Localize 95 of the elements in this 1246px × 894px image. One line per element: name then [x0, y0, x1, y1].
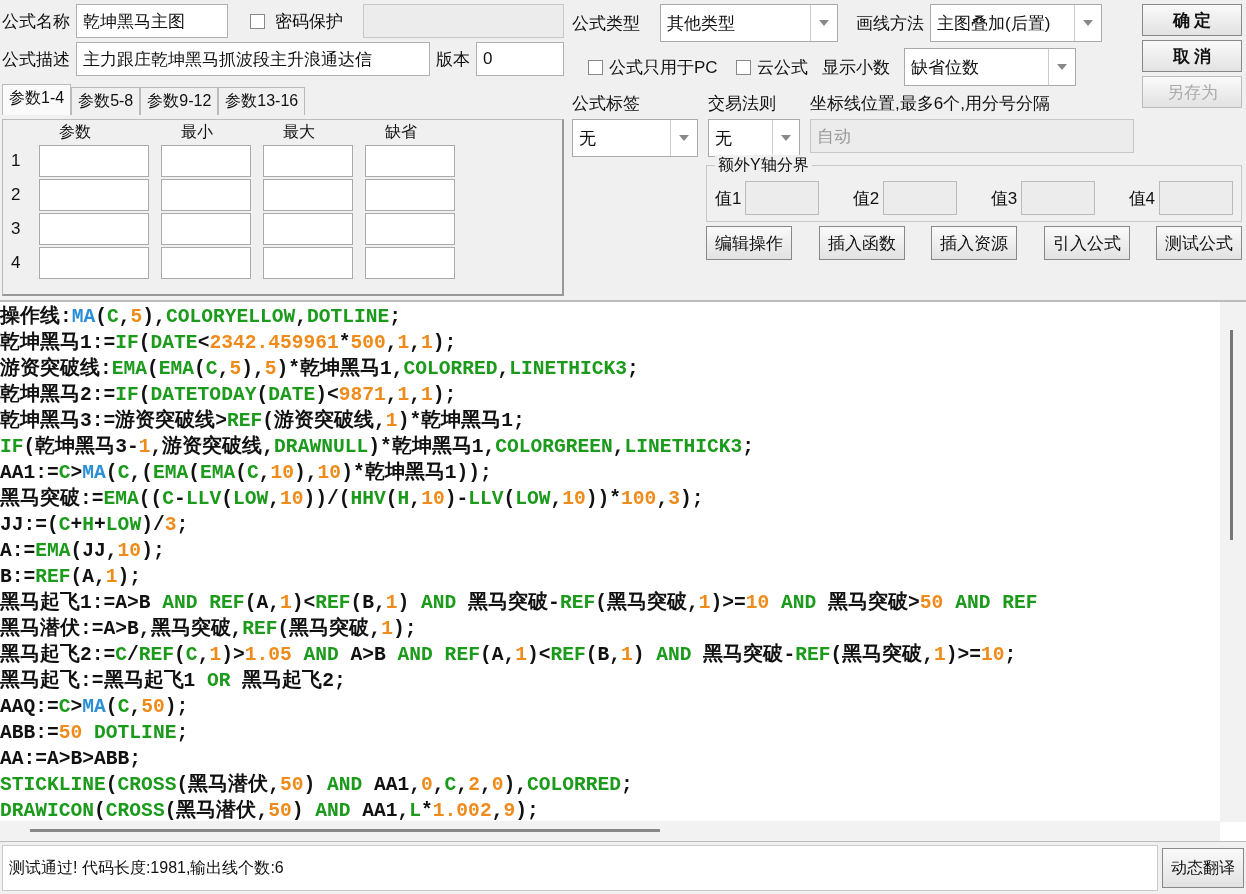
toolbar-button[interactable]: 测试公式	[1156, 226, 1242, 260]
field-label: 公式描述	[2, 48, 70, 71]
checkbox-label: 公式只用于PC	[609, 56, 718, 79]
toolbar-button[interactable]: 引入公式	[1043, 226, 1130, 260]
code-line: 黑马起飞2:=C/REF(C,1)>1.05 AND A>B AND REF(A,1)<REF(B,1) AND 黑马突破-REF(黑马突破,1)>=10;	[0, 642, 1017, 668]
input-field[interactable]	[39, 179, 149, 211]
input-field[interactable]	[365, 213, 455, 245]
input-field[interactable]	[161, 213, 251, 245]
horizontal-scrollbar[interactable]	[0, 821, 1220, 841]
column-header: 缺省	[384, 122, 418, 142]
input-field[interactable]	[263, 213, 353, 245]
input-field[interactable]	[39, 213, 149, 245]
dropdown-arrow-icon	[819, 20, 829, 26]
checkbox[interactable]	[588, 59, 603, 75]
field-label: 公式类型	[572, 12, 640, 35]
code-line: A:=EMA(JJ,10);	[0, 539, 165, 564]
code-line: AAQ:=C>MA(C,50);	[0, 695, 189, 720]
row-number: 3	[11, 219, 22, 239]
field-label: 画线方法	[856, 12, 924, 35]
code-line: 乾坤黑马2:=IF(DATETODAY(DATE)<9871,1,1);	[0, 382, 457, 408]
field-label: 值3	[990, 187, 1018, 210]
column-header: 参数	[58, 122, 92, 142]
field-label: 公式标签	[572, 93, 641, 115]
description-field[interactable]: 主力跟庄乾坤黑马抓波段主升浪通达信	[76, 42, 430, 76]
code-line: 黑马起飞1:=A>B AND REF(A,1)<REF(B,1) AND 黑马突破-REF(黑马突破,1)>=10 AND 黑马突破>50 AND REF	[0, 590, 1038, 616]
input-field[interactable]	[263, 179, 353, 211]
field-label: 坐标线位置,最多6个,用分号分隔	[810, 93, 1051, 115]
dropdown[interactable]: 缺省位数	[903, 48, 1076, 86]
field-label: 交易法则	[708, 93, 777, 115]
dropdown[interactable]: 主图叠加(后置)	[930, 4, 1102, 42]
field-label: 值1	[715, 187, 742, 210]
dropdown[interactable]: 其他类型	[660, 4, 838, 42]
row-number: 4	[11, 253, 22, 273]
code-line: IF(乾坤黑马3-1,游资突破线,DRAWNULL)*乾坤黑马1,COLORGREEN,LINETHICK3;	[0, 434, 754, 460]
group-title: 额外Y轴分界	[715, 155, 812, 176]
dialog-button[interactable]: 取 消	[1142, 40, 1242, 72]
input-field[interactable]	[263, 247, 353, 279]
dropdown-arrow-icon	[1056, 64, 1067, 70]
tab[interactable]: 参数1-4	[2, 84, 72, 115]
input-field[interactable]	[161, 179, 251, 211]
code-line: ABB:=50 DOTLINE;	[0, 721, 189, 746]
dropdown[interactable]: 无	[708, 119, 800, 157]
tab[interactable]: 参数5-8	[71, 87, 141, 115]
code-line: 黑马潜伏:=A>B,黑马突破,REF(黑马突破,1);	[0, 616, 417, 642]
code-line: 黑马起飞:=黑马起飞1 OR 黑马起飞2;	[0, 668, 346, 694]
vertical-scrollbar[interactable]	[1220, 302, 1246, 822]
input-field[interactable]	[39, 247, 149, 279]
code-line: B:=REF(A,1);	[0, 565, 142, 590]
row-number: 2	[11, 185, 22, 205]
dropdown-arrow-icon	[679, 135, 689, 141]
dropdown-arrow-icon	[1083, 20, 1093, 26]
input-field[interactable]	[161, 145, 251, 177]
field-label: 值2	[852, 187, 880, 210]
input-field[interactable]	[39, 145, 149, 177]
translate-button[interactable]: 动态翻译	[1162, 848, 1244, 888]
version-field[interactable]: 0	[476, 42, 564, 76]
toolbar-button[interactable]: 插入资源	[931, 226, 1017, 260]
code-line: AA1:=C>MA(C,(EMA(EMA(C,10),10)*乾坤黑马1));	[0, 460, 492, 486]
column-header: 最大	[282, 122, 316, 142]
code-line: STICKLINE(CROSS(黑马潜伏,50) AND AA1,0,C,2,0),COLORRED;	[0, 772, 633, 798]
field-label: 显示小数	[821, 56, 890, 79]
code-line: JJ:=(C+H+LOW)/3;	[0, 513, 189, 538]
dropdown-arrow-icon	[781, 135, 791, 141]
code-line: 操作线:MA(C,5),COLORYELLOW,DOTLINE;	[0, 304, 402, 330]
status-message: 测试通过! 代码长度:1981,输出线个数:6	[2, 845, 1158, 891]
field-label: 公式名称	[2, 10, 70, 33]
input-field[interactable]	[365, 145, 455, 177]
field-label: 值4	[1128, 187, 1155, 210]
column-header: 最小	[180, 122, 214, 142]
code-line: AA:=A>B>ABB;	[0, 747, 142, 772]
input-field[interactable]	[365, 247, 455, 279]
code-line: DRAWICON(CROSS(黑马潜伏,50) AND AA1,L*1.002,9);	[0, 798, 539, 824]
code-line: 乾坤黑马1:=IF(DATE<2342.459961*500,1,1);	[0, 330, 457, 356]
code-line: 黑马突破:=EMA((C-LLV(LOW,10))/(HHV(H,10)-LLV(LOW,10))*100,3);	[0, 486, 704, 512]
toolbar-button[interactable]: 插入函数	[818, 226, 905, 260]
scrollbar-thumb[interactable]	[1230, 330, 1233, 540]
code-line: 乾坤黑马3:=游资突破线>REF(游资突破线,1)*乾坤黑马1;	[0, 408, 525, 434]
checkbox-label: 密码保护	[275, 10, 343, 33]
field-label: 版本	[436, 48, 470, 71]
toolbar-button[interactable]: 编辑操作	[706, 226, 792, 260]
code-line: 游资突破线:EMA(EMA(C,5),5)*乾坤黑马1,COLORRED,LINETHICK3;	[0, 356, 639, 382]
input-field[interactable]	[365, 179, 455, 211]
input-field[interactable]	[263, 145, 353, 177]
scrollbar-thumb[interactable]	[30, 829, 660, 832]
row-number: 1	[11, 151, 22, 171]
tab[interactable]: 参数13-16	[218, 87, 306, 115]
checkbox-label: 云公式	[756, 56, 808, 79]
tab[interactable]: 参数9-12	[140, 87, 219, 115]
input-field[interactable]	[161, 247, 251, 279]
checkbox[interactable]	[250, 13, 265, 29]
code-editor[interactable]	[0, 302, 1246, 842]
dialog-button[interactable]: 确 定	[1142, 4, 1242, 36]
name-field[interactable]: 乾坤黑马主图	[76, 4, 228, 38]
dropdown[interactable]: 无	[572, 119, 698, 157]
checkbox[interactable]	[735, 59, 751, 75]
